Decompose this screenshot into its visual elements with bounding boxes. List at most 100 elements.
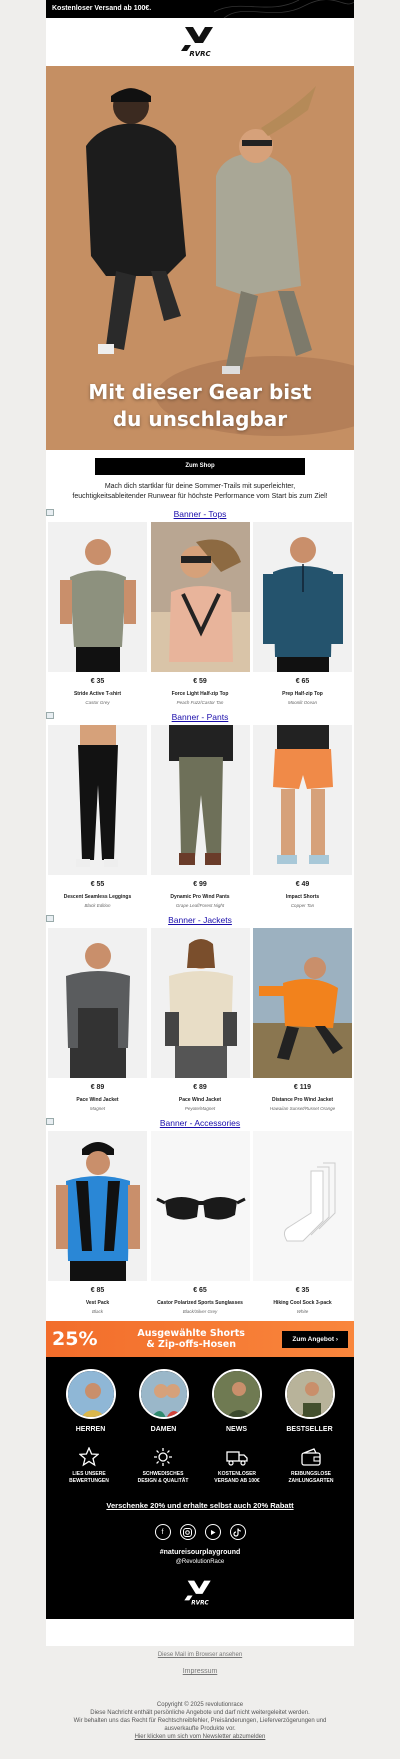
product-image[interactable]: [48, 522, 147, 672]
topo-pattern-icon: [214, 0, 354, 18]
product-image[interactable]: [150, 725, 250, 875]
product-image[interactable]: [253, 928, 352, 1078]
product-card[interactable]: € 65 Castor Polarized Sports Sunglasses …: [150, 1131, 250, 1314]
category-damen[interactable]: DAMEN: [136, 1369, 192, 1433]
product-name[interactable]: Force Light Half-zip Top: [151, 691, 250, 697]
product-image[interactable]: [48, 725, 147, 875]
category-herren[interactable]: HERREN: [63, 1369, 119, 1433]
rvrc-logo-footer-icon[interactable]: RVRC: [180, 1579, 220, 1607]
product-color: Black Edition: [84, 903, 111, 908]
product-name[interactable]: Prep Half-zip Top: [253, 691, 352, 697]
banner-pants-link[interactable]: Banner - Pants: [46, 709, 354, 725]
hashtag: #natureisourplayground: [159, 1549, 241, 1556]
logo-text: RVRC: [189, 50, 211, 58]
footer-line3: ausverkaufte Produkte vor.: [164, 1726, 236, 1732]
product-card[interactable]: € 65 Prep Half-zip Top Moonlit Ocean: [253, 522, 352, 705]
product-card[interactable]: € 35 Stride Active T-shirt Castor Grey: [48, 522, 147, 705]
footer-dark-section: HERREN DAMEN NEWS BESTSELLER LIES UNSERE…: [46, 1357, 354, 1619]
product-image[interactable]: [150, 928, 250, 1078]
usp-reviews[interactable]: LIES UNSERE BEWERTUNGEN: [56, 1447, 122, 1485]
product-color: White: [296, 1309, 309, 1314]
shipping-bar: Kostenloser Versand ab 100€.: [46, 0, 354, 18]
banner-pants-label[interactable]: Banner - Pants: [172, 712, 229, 722]
product-color: Hawaiian Sunset/Russet Orange: [269, 1106, 336, 1111]
refer-link[interactable]: Verschenke 20% und erhalte selbst auch 2…: [46, 1501, 354, 1510]
product-card[interactable]: € 55 Descent Seamless Leggings Black Edi…: [48, 725, 147, 908]
promo-button[interactable]: Zum Angebot ›: [282, 1330, 348, 1348]
product-color: Magnet: [89, 1106, 105, 1111]
shop-button[interactable]: Zum Shop: [95, 458, 305, 475]
product-name[interactable]: Hiking Cool Sock 3-pack: [253, 1300, 352, 1306]
category-label[interactable]: HERREN: [63, 1426, 119, 1433]
banner-jackets-link[interactable]: Banner - Jackets: [46, 912, 354, 928]
copyright-text: Copyright © 2025 revolutionrace: [156, 1702, 244, 1708]
product-row: € 89 Pace Wind Jacket Magnet € 89 Pace W…: [46, 928, 354, 1111]
category-label[interactable]: DAMEN: [136, 1426, 192, 1433]
footer-line1: Diese Nachricht enthält persönliche Ange…: [90, 1710, 310, 1716]
instagram-icon[interactable]: [179, 1524, 196, 1540]
product-card[interactable]: € 49 Impact Shorts Copper Tan: [253, 725, 352, 908]
category-bestseller[interactable]: BESTSELLER: [282, 1369, 338, 1433]
category-label[interactable]: NEWS: [209, 1426, 265, 1433]
view-in-browser-link[interactable]: Diese Mail im Browser ansehen: [0, 1652, 400, 1658]
product-image[interactable]: [253, 1131, 352, 1281]
product-card[interactable]: € 89 Pace Wind Jacket Magnet: [48, 928, 147, 1111]
product-image[interactable]: [253, 725, 352, 875]
social-handle: @RevolutionRace: [175, 1559, 225, 1565]
product-card[interactable]: € 59 Force Light Half-zip Top Peach Fuzz…: [150, 522, 250, 705]
product-name[interactable]: Distance Pro Wind Jacket: [253, 1097, 352, 1103]
youtube-icon[interactable]: [204, 1524, 221, 1540]
category-image[interactable]: [138, 1369, 189, 1419]
impressum-link[interactable]: Impressum: [0, 1668, 400, 1675]
usp-shipping: KOSTENLOSER VERSAND AB 100€: [204, 1447, 270, 1485]
category-image[interactable]: [211, 1369, 262, 1419]
product-card[interactable]: € 119 Distance Pro Wind Jacket Hawaiian …: [253, 928, 352, 1111]
star-icon: [79, 1447, 99, 1467]
product-name[interactable]: Dynamic Pro Wind Pants: [151, 894, 250, 900]
product-name[interactable]: Impact Shorts: [253, 894, 352, 900]
category-news[interactable]: NEWS: [209, 1369, 265, 1433]
product-name[interactable]: Descent Seamless Leggings: [48, 894, 147, 900]
banner-accessories-link[interactable]: Banner - Accessories: [46, 1115, 354, 1131]
product-price: € 35: [295, 1287, 310, 1294]
product-image[interactable]: [48, 1131, 147, 1281]
product-image[interactable]: [48, 928, 147, 1078]
product-name[interactable]: Stride Active T-shirt: [48, 691, 147, 697]
product-image[interactable]: [253, 522, 352, 672]
product-color: Copper Tan: [290, 903, 315, 908]
promo-line2: & Zip-offs-Hosen: [146, 1339, 236, 1350]
product-name[interactable]: Vest Pack: [48, 1300, 147, 1306]
product-image[interactable]: [150, 522, 250, 672]
broken-image-icon: [46, 1118, 54, 1125]
product-name[interactable]: Castor Polarized Sports Sunglasses: [151, 1300, 250, 1306]
product-price: € 89: [90, 1084, 105, 1091]
unsubscribe-link[interactable]: Hier klicken um sich vom Newsletter abzu…: [0, 1733, 400, 1741]
category-image[interactable]: [284, 1369, 335, 1419]
product-card[interactable]: € 99 Dynamic Pro Wind Pants Grape Leaf/F…: [150, 725, 250, 908]
shipping-text: Kostenloser Versand ab 100€.: [52, 5, 152, 12]
category-label[interactable]: BESTSELLER: [282, 1426, 338, 1433]
product-row: € 35 Stride Active T-shirt Castor Grey €…: [46, 522, 354, 705]
product-card[interactable]: € 89 Pace Wind Jacket Peyote/Magnet: [150, 928, 250, 1111]
rvrc-logo-icon[interactable]: RVRC: [177, 25, 223, 59]
banner-tops-link[interactable]: Banner - Tops: [46, 506, 354, 522]
facebook-icon[interactable]: f: [154, 1524, 171, 1540]
legal-footer: Copyright © 2025 revolutionrace Diese Na…: [0, 1701, 400, 1741]
product-image[interactable]: [150, 1131, 250, 1281]
hero-image[interactable]: Mit dieser Gear bist du unschlagbar: [46, 66, 354, 450]
intro-text: Mach dich startklar für deine Sommer-Tra…: [72, 483, 328, 500]
product-card[interactable]: € 85 Vest Pack Black: [48, 1131, 147, 1314]
product-price: € 55: [90, 881, 105, 888]
category-image[interactable]: [65, 1369, 116, 1419]
banner-jackets-label[interactable]: Banner - Jackets: [168, 915, 232, 925]
product-card[interactable]: € 35 Hiking Cool Sock 3-pack White: [253, 1131, 352, 1314]
product-name[interactable]: Pace Wind Jacket: [48, 1097, 147, 1103]
section-tops: Banner - Tops € 35 Stride Active T-shirt…: [46, 506, 354, 705]
promo-banner[interactable]: 25% Ausgewählte Shorts & Zip-offs-Hosen …: [46, 1321, 354, 1357]
product-name[interactable]: Pace Wind Jacket: [151, 1097, 250, 1103]
tiktok-icon[interactable]: [229, 1524, 246, 1540]
banner-tops-label[interactable]: Banner - Tops: [174, 509, 227, 519]
usp-label: REIBUNGSLOSE ZAHLUNGSARTEN: [288, 1471, 334, 1484]
banner-accessories-label[interactable]: Banner - Accessories: [160, 1118, 240, 1128]
logo-row[interactable]: RVRC: [46, 18, 354, 66]
